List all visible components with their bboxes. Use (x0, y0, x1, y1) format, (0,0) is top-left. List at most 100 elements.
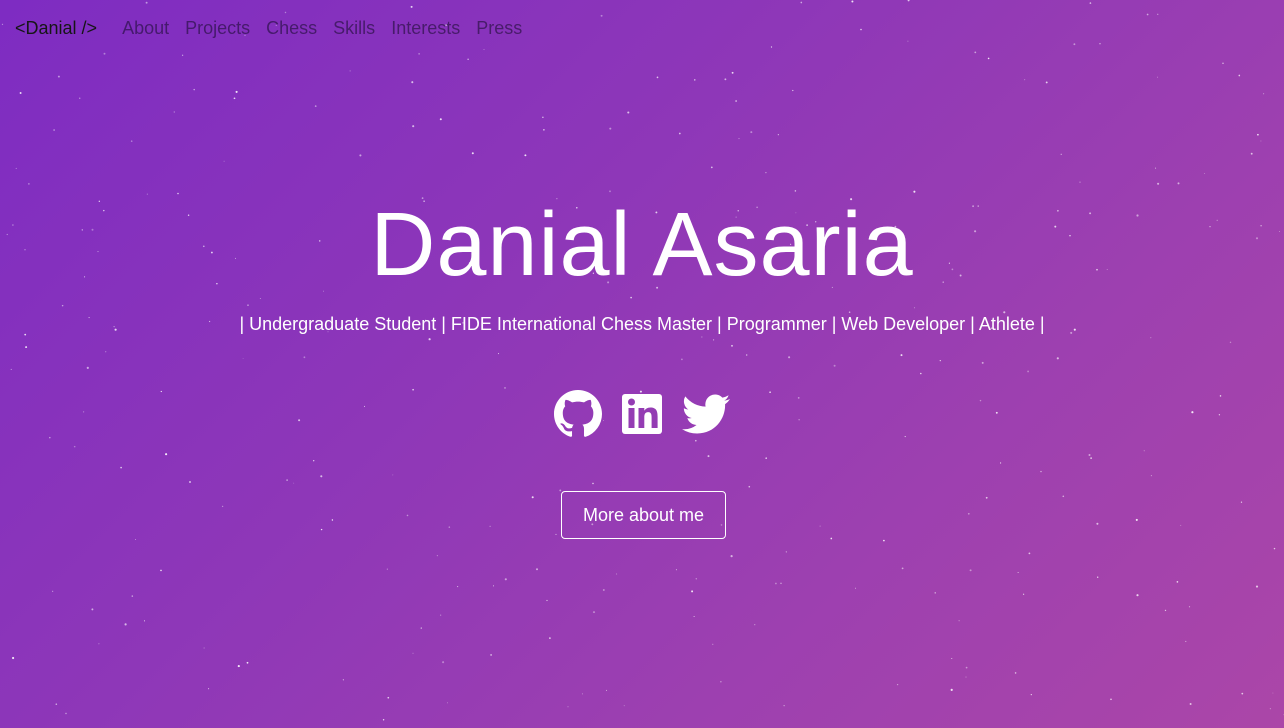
star (969, 569, 972, 572)
star (246, 661, 249, 664)
star (342, 679, 344, 681)
star (440, 614, 442, 616)
nav-link-interests[interactable]: Interests (391, 18, 460, 39)
star (98, 643, 100, 645)
star (235, 90, 238, 93)
star (691, 590, 694, 593)
nav-link-about[interactable]: About (122, 18, 169, 39)
nav-link-projects[interactable]: Projects (185, 18, 250, 39)
star (748, 485, 751, 488)
star (1000, 462, 1002, 464)
star (794, 190, 797, 192)
star (86, 366, 89, 369)
star (286, 479, 288, 481)
star (731, 71, 734, 74)
nav-link-press[interactable]: Press (476, 18, 522, 39)
star (1097, 576, 1099, 578)
star (681, 358, 683, 361)
star (135, 539, 137, 540)
star (448, 526, 451, 528)
hero-name: Danial Asaria (370, 195, 914, 295)
star (950, 688, 953, 692)
star (1024, 79, 1026, 81)
star (542, 116, 544, 118)
star (412, 652, 414, 654)
star (559, 489, 562, 492)
navbar: <Danial /> About Projects Chess Skills I… (0, 0, 1284, 56)
star (25, 346, 28, 349)
star (1056, 357, 1059, 360)
star (1257, 133, 1259, 136)
star (1241, 692, 1244, 695)
star (630, 296, 632, 299)
github-link[interactable] (554, 390, 602, 438)
star (1222, 62, 1224, 64)
star (61, 304, 64, 307)
nav-link-skills[interactable]: Skills (333, 18, 375, 39)
star (788, 356, 791, 359)
star (695, 439, 697, 442)
star (55, 703, 58, 705)
star (730, 555, 733, 558)
star (724, 78, 727, 81)
star (965, 666, 968, 669)
star (208, 688, 210, 690)
star (320, 475, 323, 478)
star (735, 100, 738, 102)
star (592, 611, 596, 614)
star (1185, 640, 1187, 642)
star (750, 131, 753, 134)
star (12, 656, 15, 660)
star (1157, 182, 1160, 185)
star (504, 578, 507, 581)
star (535, 568, 539, 571)
star (713, 339, 715, 341)
nav-link-chess[interactable]: Chess (266, 18, 317, 39)
star (221, 505, 224, 508)
star (303, 356, 306, 359)
star (939, 359, 941, 362)
star (105, 351, 107, 353)
star (1189, 703, 1192, 705)
star (985, 496, 988, 499)
star (900, 354, 903, 357)
star (1229, 341, 1232, 344)
twitter-link[interactable] (682, 390, 730, 438)
star (382, 719, 385, 721)
star (695, 578, 698, 580)
star (420, 627, 422, 629)
linkedin-link[interactable] (618, 390, 666, 438)
star (143, 620, 146, 622)
star (497, 353, 500, 355)
star (1180, 524, 1182, 526)
star (189, 481, 191, 483)
star (616, 573, 618, 575)
star (1272, 692, 1274, 694)
star (1136, 594, 1139, 597)
more-about-me-button[interactable]: More about me (561, 491, 726, 539)
star (783, 705, 785, 707)
star (920, 372, 922, 375)
star (967, 512, 970, 515)
star (1135, 518, 1138, 521)
star (693, 616, 695, 617)
github-icon (554, 390, 602, 437)
star (1238, 74, 1241, 77)
star (987, 57, 990, 60)
star (15, 167, 17, 169)
star (1079, 181, 1081, 183)
star (1014, 672, 1017, 674)
star (785, 551, 787, 553)
star (173, 111, 175, 113)
star (1176, 581, 1179, 583)
star (777, 134, 779, 136)
star (120, 466, 122, 469)
star (592, 482, 594, 485)
brand-logo[interactable]: <Danial /> (15, 18, 97, 39)
star (392, 474, 394, 476)
star (193, 88, 195, 91)
star (1269, 708, 1271, 710)
star (1096, 522, 1099, 525)
star (1273, 547, 1276, 550)
star (543, 129, 545, 131)
